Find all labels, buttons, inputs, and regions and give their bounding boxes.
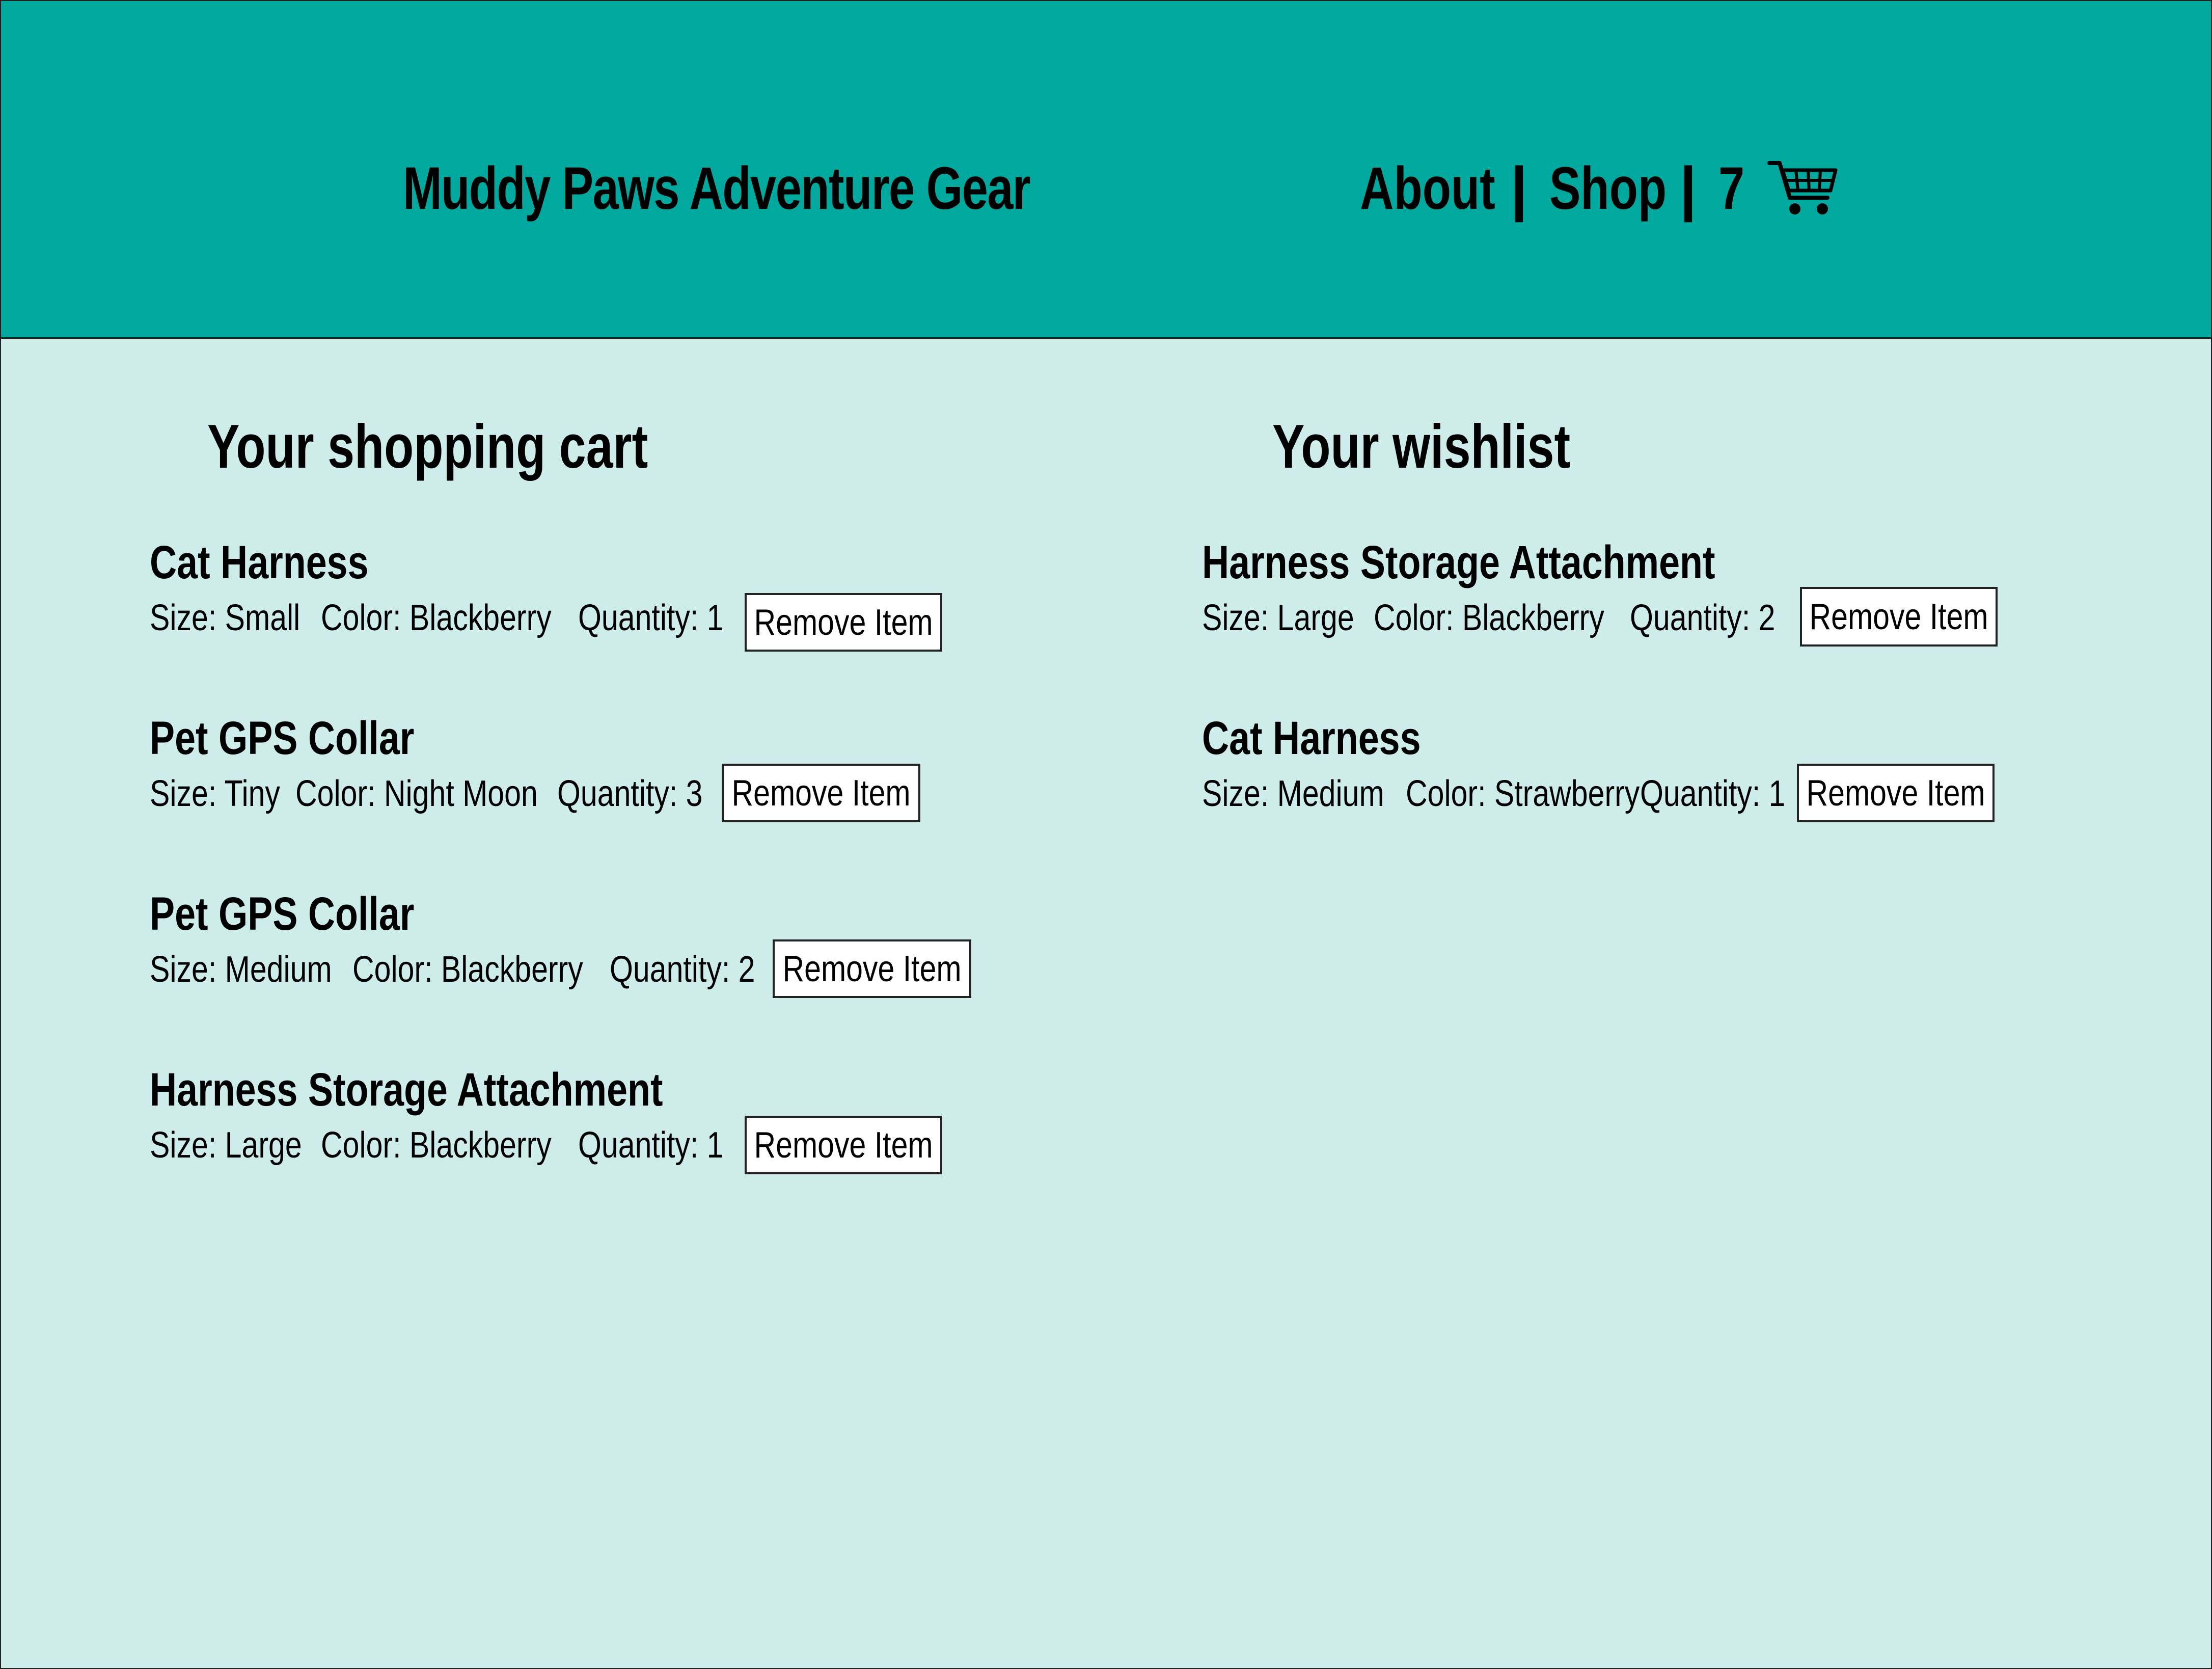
cart-count[interactable]: 7 [1718,154,1744,223]
nav-about-link[interactable]: About [1360,154,1495,223]
item-quantity: Quantity: 2 [610,949,755,990]
item-quantity: Quantity: 1 [1640,773,1786,814]
site-header: Muddy Paws Adventure Gear About | Shop |… [1,1,2211,339]
item-size: Size: Tiny [150,773,280,814]
remove-item-button[interactable]: Remove Item [773,939,971,998]
nav-separator: | [1511,155,1528,222]
item-color: Color: Night Moon [295,773,538,814]
remove-item-button[interactable]: Remove Item [722,764,920,822]
item-size: Size: Large [1202,598,1354,638]
cart-title: Your shopping cart [207,412,648,481]
item-color: Color: Blackberry [352,949,583,990]
remove-item-button[interactable]: Remove Item [745,1116,942,1174]
item-name: Pet GPS Collar [150,888,415,940]
item-size: Size: Medium [150,949,332,990]
item-quantity: Quantity: 1 [578,598,724,638]
item-name: Harness Storage Attachment [1202,536,1715,588]
remove-item-button[interactable]: Remove Item [1800,587,1998,647]
item-color: Color: Blackberry [321,598,552,638]
item-quantity: Quantity: 3 [557,773,703,814]
item-name: Cat Harness [150,536,369,588]
brand-title[interactable]: Muddy Paws Adventure Gear [403,154,1031,223]
item-size: Size: Large [150,1125,302,1166]
item-quantity: Quantity: 1 [578,1125,724,1166]
item-name: Pet GPS Collar [150,712,415,764]
item-size: Size: Small [150,598,301,638]
item-size: Size: Medium [1202,773,1384,814]
nav-shop-link[interactable]: Shop [1549,154,1667,223]
shopping-cart-icon[interactable] [1767,158,1839,219]
remove-item-button[interactable]: Remove Item [1797,764,1995,822]
item-name: Harness Storage Attachment [150,1064,663,1116]
wishlist-title: Your wishlist [1272,412,1571,481]
item-color: Color: Strawberry [1406,773,1640,814]
remove-item-button[interactable]: Remove Item [745,593,942,652]
item-color: Color: Blackberry [1374,598,1604,638]
page: Muddy Paws Adventure Gear About | Shop |… [0,0,2212,1669]
item-name: Cat Harness [1202,712,1421,764]
item-color: Color: Blackberry [321,1125,552,1166]
nav-separator: | [1680,155,1697,222]
item-quantity: Quantity: 2 [1630,598,1776,638]
